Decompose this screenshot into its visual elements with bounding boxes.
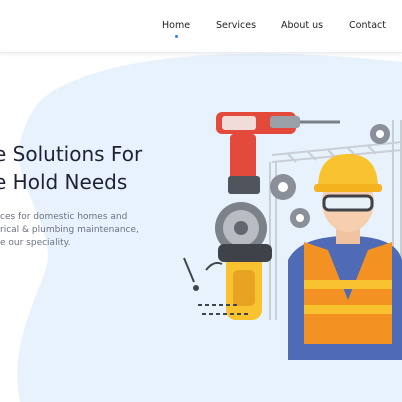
nav-home[interactable]: Home xyxy=(162,20,190,31)
hero-headline: e Solutions For e Hold Needs xyxy=(0,140,142,196)
worker-icon xyxy=(288,154,402,360)
headline-line-2: e Hold Needs xyxy=(0,170,128,194)
nav-contact[interactable]: Contact xyxy=(349,20,386,31)
active-indicator-dot xyxy=(175,35,178,38)
description-line-2: rical & plumbing maintenance, xyxy=(0,225,139,235)
description-line-1: ces for domestic homes and xyxy=(0,212,128,222)
headline-line-1: e Solutions For xyxy=(0,142,143,166)
top-navbar: Home Services About us Contact xyxy=(0,0,402,53)
nav-about-us[interactable]: About us xyxy=(281,20,323,31)
worker-illustration xyxy=(183,112,402,360)
nav-services[interactable]: Services xyxy=(216,20,256,31)
angle-grinder-icon xyxy=(215,202,272,320)
hero-description: ces for domestic homes and rical & plumb… xyxy=(0,211,139,250)
description-line-3: e our speciality. xyxy=(0,238,71,248)
